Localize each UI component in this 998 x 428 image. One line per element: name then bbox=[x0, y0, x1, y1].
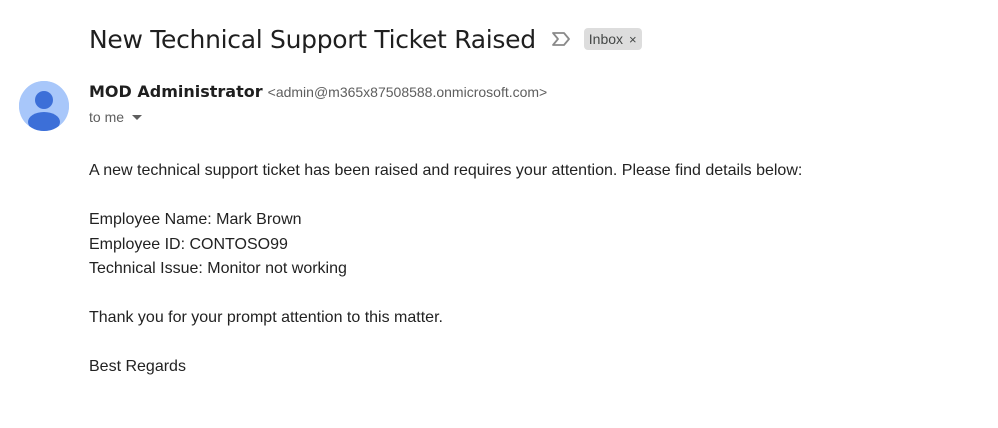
body-thanks: Thank you for your prompt attention to t… bbox=[89, 309, 443, 326]
body-technical-issue: Technical Issue: Monitor not working bbox=[89, 260, 347, 277]
sender-name[interactable]: MOD Administrator bbox=[89, 82, 263, 101]
body-employee-id: Employee ID: CONTOSO99 bbox=[89, 235, 288, 253]
recipient-text: to me bbox=[89, 109, 125, 125]
person-avatar-icon bbox=[19, 81, 69, 131]
remove-label-icon[interactable]: × bbox=[629, 33, 637, 46]
inbox-label-text: Inbox bbox=[588, 31, 624, 47]
sender-avatar[interactable] bbox=[19, 81, 69, 131]
body-employee-name: Employee Name: Mark Brown bbox=[89, 211, 302, 228]
email-subject: New Technical Support Ticket Raised bbox=[89, 24, 536, 54]
importance-marker-icon[interactable] bbox=[550, 29, 572, 49]
email-body: A new technical support ticket has been … bbox=[89, 159, 802, 380]
inbox-label-chip[interactable]: Inbox × bbox=[583, 28, 642, 50]
body-signoff: Best Regards bbox=[89, 358, 186, 375]
subject-row: New Technical Support Ticket Raised Inbo… bbox=[89, 20, 642, 58]
sender-row: MOD Administrator <admin@m365x87508588.o… bbox=[89, 82, 547, 101]
sender-email: <admin@m365x87508588.onmicrosoft.com> bbox=[267, 84, 548, 100]
recipient-row: to me bbox=[89, 109, 143, 125]
show-details-caret-icon[interactable] bbox=[132, 114, 143, 120]
body-intro: A new technical support ticket has been … bbox=[89, 162, 803, 179]
